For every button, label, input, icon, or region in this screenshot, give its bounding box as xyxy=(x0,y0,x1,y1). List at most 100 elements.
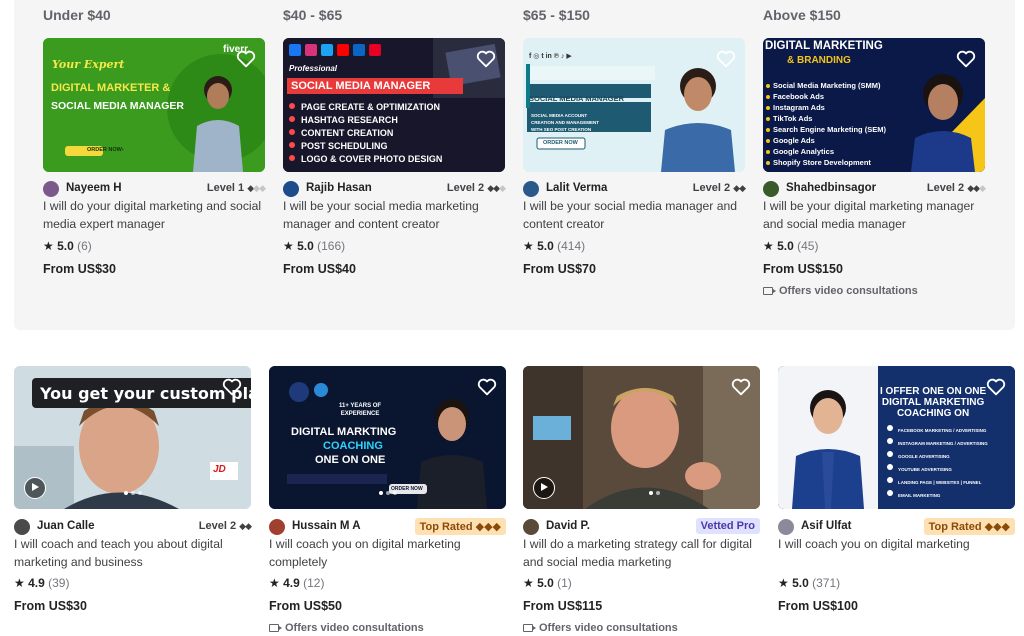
thumb-bullet: TikTok Ads xyxy=(773,114,813,123)
seller-row: Juan Calle Level 2 ◆◆ xyxy=(14,519,252,537)
avatar[interactable] xyxy=(778,519,794,535)
thumb-line3: SOCIAL MEDIA MANAGER xyxy=(51,100,185,112)
thumb-bullet: YOUTUBE ADVERTISING xyxy=(898,467,952,472)
avatar[interactable] xyxy=(523,519,539,535)
level-diamonds: ◆◆ xyxy=(239,521,252,531)
gig-thumbnail[interactable] xyxy=(523,366,760,509)
thumb-line2: SOCIAL MEDIA MANAGER xyxy=(291,80,431,92)
seller-name[interactable]: Juan Calle xyxy=(37,520,95,532)
thumb-bullet: Google Analytics xyxy=(773,147,834,156)
heart-icon[interactable] xyxy=(985,376,1007,398)
avatar[interactable] xyxy=(763,181,779,197)
gig-title[interactable]: I will coach you on digital marketing co… xyxy=(269,536,506,571)
seller-name[interactable]: David P. xyxy=(546,520,590,532)
seller-name[interactable]: Shahedbinsagor xyxy=(786,182,876,194)
heart-icon[interactable] xyxy=(715,48,737,70)
gig-thumbnail[interactable]: 11+ YEARS OF EXPERIENCE DIGITAL MARKTING… xyxy=(269,366,506,509)
gig-title[interactable]: I will do your digital marketing and soc… xyxy=(43,198,265,233)
avatar[interactable] xyxy=(269,519,285,535)
heart-icon[interactable] xyxy=(235,48,257,70)
thumb-caption: You get your custom plan xyxy=(32,378,251,408)
avatar[interactable] xyxy=(283,181,299,197)
heart-icon[interactable] xyxy=(955,48,977,70)
thumb-bullet: POST SCHEDULING xyxy=(301,141,388,151)
gig-thumbnail[interactable]: I OFFER ONE ON ONE DIGITAL MARKETING COA… xyxy=(778,366,1015,509)
rating-value: 5.0 xyxy=(57,239,74,253)
rating: ★ 5.0 (1) xyxy=(523,576,572,590)
review-count: (414) xyxy=(557,239,586,253)
thumb-bullet: HASHTAG RESEARCH xyxy=(301,115,398,125)
thumb-desc-line: CREATION AND MANAGEMENT xyxy=(531,120,599,125)
budget-heading: $40 - $65 xyxy=(283,7,343,23)
rating-value: 5.0 xyxy=(297,239,314,253)
play-icon[interactable] xyxy=(24,477,46,499)
budget-panel: Under $40 Your Expert DIGITAL MARKETER &… xyxy=(14,0,1015,330)
rating: ★ 4.9 (39) xyxy=(14,576,69,590)
gig-thumbnail[interactable]: Professional SOCIAL MEDIA MANAGER PAGE C… xyxy=(283,38,505,172)
thumb-bullets: PAGE CREATE & OPTIMIZATION HASHTAG RESEA… xyxy=(301,101,442,166)
seller-name[interactable]: Lalit Verma xyxy=(546,182,607,194)
thumb-desc-line: SOCIAL MEDIA ACCOUNT xyxy=(531,113,588,118)
heart-icon[interactable] xyxy=(221,376,243,398)
gig-title[interactable]: I will coach you on digital marketing xyxy=(778,536,1015,554)
vetted-pro-badge: Vetted Pro xyxy=(695,518,760,534)
review-count: (371) xyxy=(812,576,841,590)
thumb-bullet: LOGO & COVER PHOTO DESIGN xyxy=(301,154,443,164)
seller-level: Level 1 ◆◆◆ xyxy=(207,182,266,194)
carousel-dots xyxy=(123,491,142,495)
star-icon: ★ xyxy=(778,576,789,590)
thumb-bullet: CONTENT CREATION xyxy=(301,128,394,138)
gig-title[interactable]: I will do a marketing strategy call for … xyxy=(523,536,760,571)
rating-value: 4.9 xyxy=(283,576,300,590)
thumb-logo: JD xyxy=(213,464,226,475)
seller-row: Lalit Verma Level 2 ◆◆ xyxy=(523,181,746,199)
thumb-bullet: GOOGLE ADVERTISING xyxy=(898,454,950,459)
heart-icon[interactable] xyxy=(730,376,752,398)
avatar[interactable] xyxy=(43,181,59,197)
thumb-desc-line: WITH SEO POST CREATION xyxy=(531,127,592,132)
star-icon: ★ xyxy=(523,576,534,590)
thumb-bullet: Instagram Ads xyxy=(773,103,825,112)
seller-name[interactable]: Nayeem H xyxy=(66,182,122,194)
gig-title[interactable]: I will coach and teach you about digital… xyxy=(14,536,251,571)
level-label: Level 2 xyxy=(198,520,237,532)
gig-thumbnail[interactable]: You get your custom plan JD xyxy=(14,366,251,509)
seller-name[interactable]: Rajib Hasan xyxy=(306,182,372,194)
budget-heading: Above $150 xyxy=(763,7,841,23)
seller-name[interactable]: Hussain M A xyxy=(292,520,361,532)
seller-row: David P. Vetted Pro xyxy=(523,518,760,537)
gig-thumbnail[interactable]: DIGITAL MARKETING & BRANDING Social Medi… xyxy=(763,38,985,172)
thumb-heading: I OFFER ONE ON ONE DIGITAL MARKETING COA… xyxy=(880,386,986,419)
thumb-bullet: Social Media Marketing (SMM) xyxy=(773,81,881,90)
price: From US$30 xyxy=(43,262,116,276)
gig-thumbnail[interactable]: Your Expert DIGITAL MARKETER & SOCIAL ME… xyxy=(43,38,265,172)
review-count: (6) xyxy=(77,239,92,253)
gig-thumbnail[interactable]: f ◎ t in ℗ ♪ ▶ SOCIAL MEDIA MANAGER SOCI… xyxy=(523,38,745,172)
heart-icon[interactable] xyxy=(476,376,498,398)
heart-icon[interactable] xyxy=(475,48,497,70)
price: From US$30 xyxy=(14,599,87,613)
seller-row: Rajib Hasan Level 2 ◆◆◆ xyxy=(283,181,506,199)
avatar[interactable] xyxy=(14,519,30,535)
star-icon: ★ xyxy=(14,576,25,590)
video-consultation-label: Offers video consultations xyxy=(539,622,678,634)
play-icon[interactable] xyxy=(533,477,555,499)
price: From US$115 xyxy=(523,599,603,613)
gig-title[interactable]: I will be your social media marketing ma… xyxy=(283,198,505,233)
thumb-bullet: Facebook Ads xyxy=(773,92,824,101)
carousel-dots xyxy=(378,491,397,495)
review-count: (45) xyxy=(797,239,819,253)
seller-level: Level 2 ◆◆◆ xyxy=(927,182,986,194)
thumb-bullet: PAGE CREATE & OPTIMIZATION xyxy=(301,102,440,112)
avatar[interactable] xyxy=(523,181,539,197)
seller-row: Asif Ulfat Top Rated ◆◆◆ xyxy=(778,518,1015,537)
seller-row: Shahedbinsagor Level 2 ◆◆◆ xyxy=(763,181,986,199)
gig-title[interactable]: I will be your digital marketing manager… xyxy=(763,198,985,233)
gig-title[interactable]: I will be your social media manager and … xyxy=(523,198,745,233)
thumb-bullet: LANDING PAGE | WEBSITES | FUNNEL xyxy=(898,480,982,485)
thumb-cta: ORDER NOW xyxy=(543,140,578,146)
thumb-bullet: EMAIL MARKETING xyxy=(898,493,941,498)
thumb-heading-line: I OFFER ONE ON ONE xyxy=(880,386,987,397)
seller-name[interactable]: Asif Ulfat xyxy=(801,520,851,532)
budget-heading: Under $40 xyxy=(43,7,111,23)
